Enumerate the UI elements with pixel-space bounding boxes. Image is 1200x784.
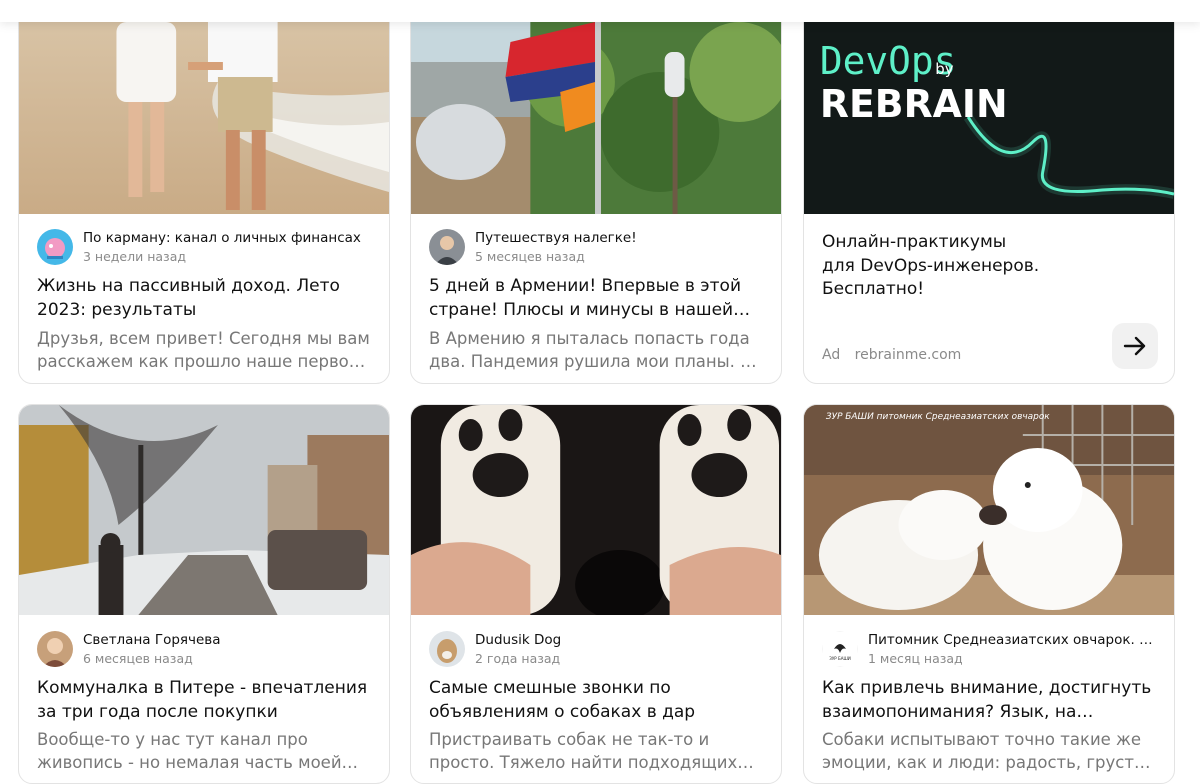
channel-name[interactable]: По карману: канал о личных финансах — [83, 230, 371, 246]
ad-label: Ad — [822, 347, 841, 363]
svg-text:by: by — [935, 60, 953, 78]
article-title[interactable]: Как привлечь внимание, достигнуть взаимо… — [822, 677, 1156, 724]
article-title[interactable]: Самые смешные звонки по объявлениям о со… — [429, 677, 763, 724]
channel-name[interactable]: Dudusik Dog — [475, 632, 763, 648]
article-snippet: Собаки испытывают точно такие же эмоции,… — [822, 730, 1149, 772]
channel-avatar[interactable] — [429, 631, 465, 667]
publish-date: 5 месяцев назад — [475, 249, 585, 264]
article-meta: Dudusik Dog 2 года назад — [429, 629, 763, 669]
ad-footer: Ad rebrainme.com — [822, 347, 961, 363]
article-card[interactable]: ЗУР БАШИ питомник Среднеазиатских овчаро… — [803, 404, 1175, 784]
article-image — [411, 22, 781, 214]
channel-name[interactable]: Светлана Горячева — [83, 632, 371, 648]
article-snippet: Друзья, всем привет! Сегодня мы вам расс… — [37, 329, 370, 371]
svg-text:ЗУР БАШИ: ЗУР БАШИ — [829, 656, 850, 661]
article-title[interactable]: Коммуналка в Питере - впечатления за три… — [37, 677, 371, 724]
ad-image: DevOps by REBRAIN — [804, 22, 1174, 214]
svg-text:REBRAIN: REBRAIN — [820, 82, 1008, 126]
channel-avatar[interactable] — [37, 631, 73, 667]
article-title[interactable]: 5 дней в Армении! Впервые в этой стране!… — [429, 275, 763, 322]
article-image: ЗУР БАШИ питомник Среднеазиатских овчаро… — [804, 405, 1174, 615]
article-card[interactable]: Dudusik Dog 2 года назад Самые смешные з… — [410, 404, 782, 784]
article-meta: Путешествуя налегке! 5 месяцев назад — [429, 227, 763, 267]
publish-date: 1 месяц назад — [868, 651, 963, 666]
article-snippet: Вообще-то у нас тут канал про живопись -… — [37, 730, 342, 772]
channel-avatar[interactable] — [429, 229, 465, 265]
article-image — [411, 405, 781, 615]
channel-name[interactable]: Питомник Среднеазиатских овчарок. ЗУР БА… — [868, 632, 1156, 648]
article-meta: Светлана Горячева 6 месяцев назад — [37, 629, 371, 669]
article-card[interactable]: Светлана Горячева 6 месяцев назад Коммун… — [18, 404, 390, 784]
channel-avatar[interactable] — [37, 229, 73, 265]
ad-domain[interactable]: rebrainme.com — [855, 347, 962, 363]
top-bar — [0, 0, 1200, 22]
svg-text:ЗУР БАШИ питомник Среднеазиатс: ЗУР БАШИ питомник Среднеазиатских овчаро… — [826, 412, 1050, 422]
article-card[interactable]: Путешествуя налегке! 5 месяцев назад 5 д… — [410, 0, 782, 384]
article-image — [19, 405, 389, 615]
publish-date: 6 месяцев назад — [83, 651, 193, 666]
article-snippet: В Армению я пыталась попасть года два. П… — [429, 329, 763, 371]
article-snippet: Пристраивать собак не так-то и просто. Т… — [429, 730, 738, 772]
channel-name[interactable]: Путешествуя налегке! — [475, 230, 763, 246]
ad-title[interactable]: Онлайн-практикумы для DevOps-инженеров. … — [822, 231, 1134, 302]
article-title[interactable]: Жизнь на пассивный доход. Лето 2023: рез… — [37, 275, 371, 322]
article-card[interactable]: По карману: канал о личных финансах 3 не… — [18, 0, 390, 384]
publish-date: 3 недели назад — [83, 249, 186, 264]
channel-avatar[interactable]: ЗУР БАШИ — [822, 631, 858, 667]
ad-card[interactable]: DevOps by REBRAIN Онлайн-практикумы для … — [803, 0, 1175, 384]
article-meta: По карману: канал о личных финансах 3 не… — [37, 227, 371, 267]
arrow-right-icon[interactable] — [1112, 323, 1158, 369]
article-image — [19, 22, 389, 214]
article-meta: ЗУР БАШИ Питомник Среднеазиатских овчаро… — [822, 629, 1156, 669]
publish-date: 2 года назад — [475, 651, 561, 666]
